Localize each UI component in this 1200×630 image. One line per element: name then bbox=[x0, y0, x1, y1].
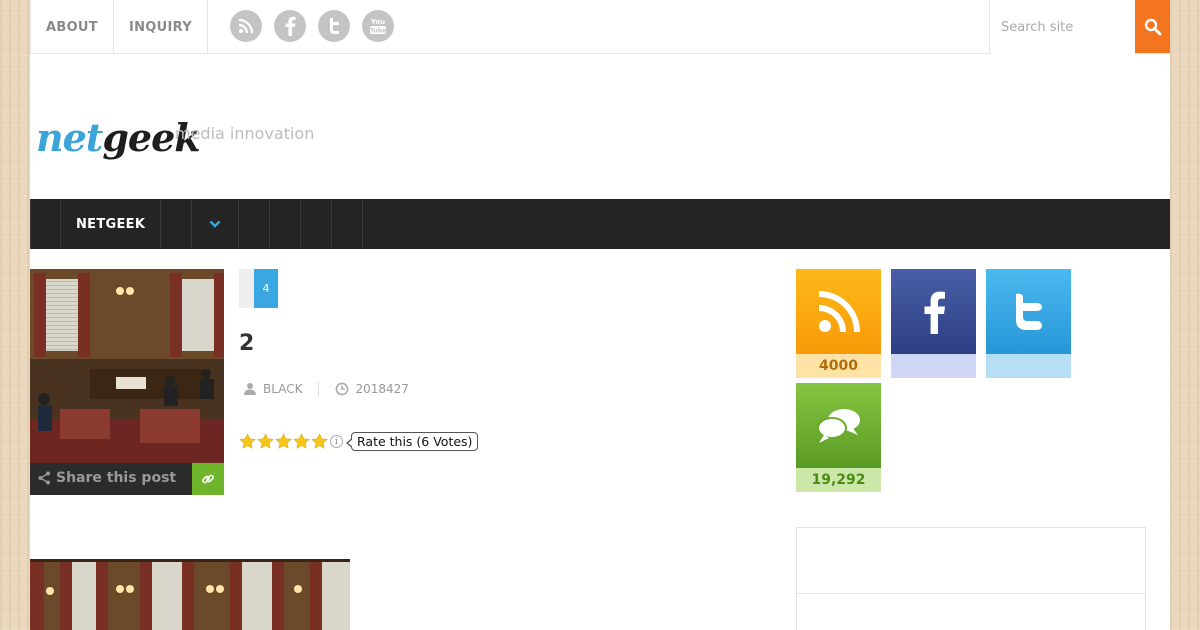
share-label: Share this post bbox=[56, 470, 177, 486]
rss-icon bbox=[796, 269, 881, 354]
user-icon bbox=[244, 383, 256, 395]
star-icon[interactable] bbox=[293, 433, 310, 450]
category-label[interactable] bbox=[239, 269, 254, 308]
widget-row bbox=[797, 594, 1145, 630]
star-icon[interactable] bbox=[257, 433, 274, 450]
nav-item-empty[interactable] bbox=[239, 199, 271, 249]
svg-text:You: You bbox=[370, 18, 385, 26]
facebook-icon[interactable] bbox=[274, 10, 306, 42]
top-nav: ABOUT INQUIRY bbox=[30, 0, 208, 54]
rating-tooltip: Rate this (6 Votes) bbox=[345, 432, 479, 451]
nav-item-empty[interactable] bbox=[161, 199, 193, 249]
post-rating: i Rate this (6 Votes) bbox=[239, 432, 479, 451]
widget-row bbox=[797, 528, 1145, 594]
top-nav-about[interactable]: ABOUT bbox=[30, 0, 114, 54]
nav-item-empty[interactable] bbox=[301, 199, 333, 249]
search-input[interactable] bbox=[989, 0, 1135, 54]
star-icon[interactable] bbox=[311, 433, 328, 450]
nav-dropdown[interactable] bbox=[192, 199, 240, 249]
logo-net-text: net bbox=[36, 115, 103, 160]
search-button[interactable] bbox=[1135, 0, 1170, 53]
site-tagline: media innovation bbox=[175, 124, 315, 143]
twitter-icon[interactable] bbox=[318, 10, 350, 42]
clock-icon bbox=[336, 382, 349, 396]
svg-text:Tube: Tube bbox=[370, 28, 386, 35]
star-icon[interactable] bbox=[275, 433, 292, 450]
permalink-button[interactable] bbox=[192, 463, 224, 495]
rss-icon[interactable] bbox=[230, 10, 262, 42]
comment-count-badge[interactable]: 4 bbox=[254, 269, 278, 308]
star-icon[interactable] bbox=[239, 433, 256, 450]
social-links: You Tube bbox=[230, 10, 394, 42]
facebook-count bbox=[891, 354, 976, 378]
comments-counter[interactable]: 19,292 bbox=[796, 383, 881, 492]
post-author-name: BLACK bbox=[263, 382, 303, 396]
post-thumbnail[interactable] bbox=[30, 269, 224, 463]
twitter-count bbox=[986, 354, 1071, 378]
share-bar: Share this post bbox=[30, 463, 224, 495]
post-meta: BLACK 2018427 bbox=[243, 382, 409, 396]
nav-item-netgeek[interactable]: NETGEEK bbox=[61, 199, 162, 249]
nav-item-empty[interactable] bbox=[30, 199, 61, 249]
main-nav: NETGEEK bbox=[30, 199, 1170, 249]
rating-stars bbox=[239, 433, 328, 450]
meta-divider bbox=[318, 382, 320, 396]
top-nav-inquiry[interactable]: INQUIRY bbox=[114, 0, 208, 54]
facebook-icon bbox=[891, 269, 976, 354]
post-title[interactable]: 2 bbox=[239, 331, 254, 356]
twitter-counter[interactable] bbox=[986, 269, 1071, 378]
page: ABOUT INQUIRY YouTube netgeek bbox=[30, 0, 1170, 630]
post-author[interactable]: BLACK bbox=[243, 382, 302, 396]
post-date: 2018427 bbox=[335, 382, 409, 396]
search-form bbox=[989, 0, 1170, 54]
share-icon bbox=[38, 471, 50, 485]
facebook-counter[interactable] bbox=[891, 269, 976, 378]
comments-count: 19,292 bbox=[796, 468, 881, 492]
share-button[interactable]: Share this post bbox=[38, 470, 176, 486]
sidebar-widget bbox=[796, 527, 1146, 630]
rss-count: 4000 bbox=[796, 354, 881, 378]
comments-icon bbox=[796, 383, 881, 468]
post-thumbnail-2[interactable] bbox=[30, 559, 350, 630]
twitter-icon bbox=[986, 269, 1071, 354]
chevron-down-icon bbox=[209, 220, 221, 228]
youtube-icon[interactable]: You Tube bbox=[362, 10, 394, 42]
top-bar: ABOUT INQUIRY You Tube bbox=[30, 0, 1170, 54]
link-icon bbox=[202, 474, 214, 484]
post-date-text: 2018427 bbox=[355, 382, 409, 396]
nav-item-empty[interactable] bbox=[332, 199, 364, 249]
nav-item-empty[interactable] bbox=[270, 199, 302, 249]
info-icon[interactable]: i bbox=[330, 435, 343, 448]
rss-counter[interactable]: 4000 bbox=[796, 269, 881, 378]
search-icon bbox=[1144, 18, 1161, 35]
